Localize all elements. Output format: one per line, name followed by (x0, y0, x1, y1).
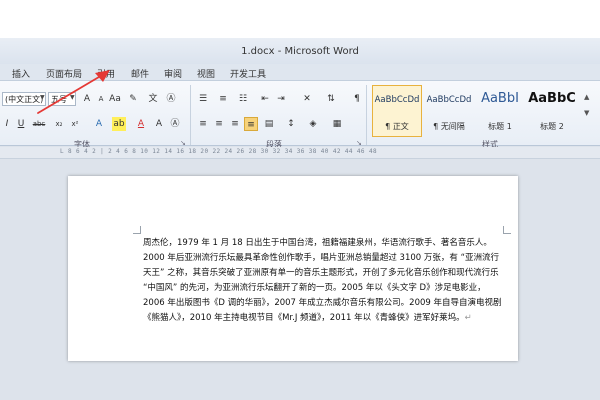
annotation-arrow-icon (37, 70, 110, 114)
